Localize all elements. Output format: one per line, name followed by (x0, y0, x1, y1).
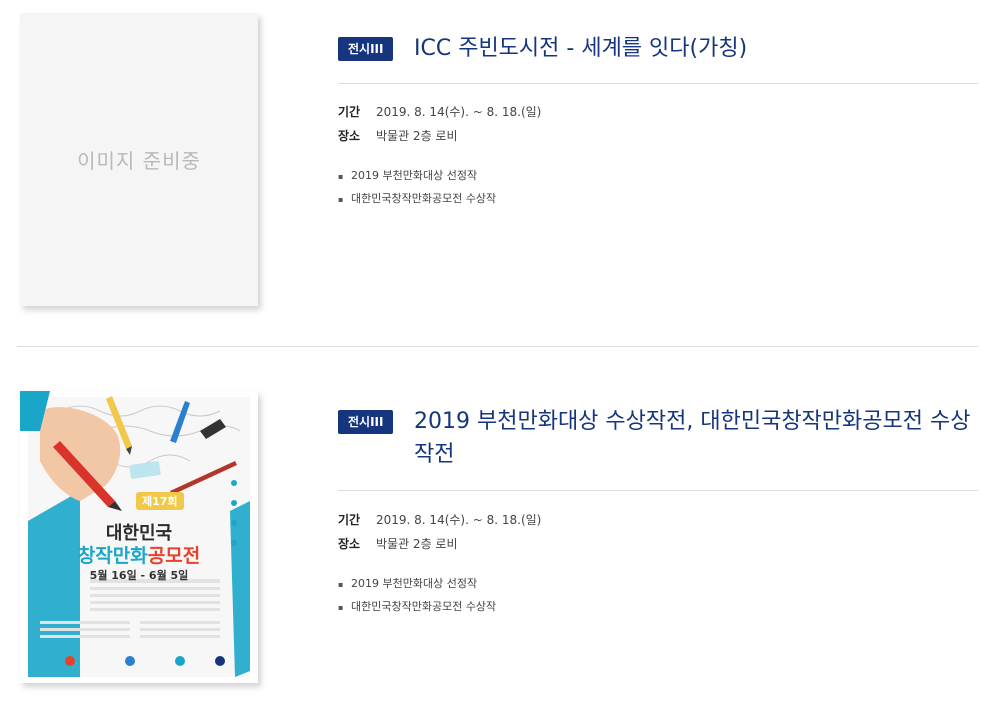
period-value: 2019. 8. 14(수). ~ 8. 18.(일) (376, 105, 542, 119)
image-placeholder-text: 이미지 준비중 (77, 149, 201, 173)
period-value: 2019. 8. 14(수). ~ 8. 18.(일) (376, 513, 542, 527)
list-item: 대한민국창작만화공모전 수상작 (338, 595, 496, 618)
place-value: 박물관 2층 로비 (376, 129, 458, 143)
divider (338, 83, 978, 84)
divider (338, 490, 978, 491)
exhibition-thumbnail[interactable]: 제17회 대한민국 창작만화공모전 5월 16일 - 6월 5일 (20, 391, 258, 683)
exhibition-item: 제17회 대한민국 창작만화공모전 5월 16일 - 6월 5일 전시III 2… (0, 346, 997, 703)
category-badge: 전시III (338, 37, 394, 61)
poster-image: 제17회 대한민국 창작만화공모전 5월 16일 - 6월 5일 (20, 391, 258, 683)
list-item: 2019 부천만화대상 선정작 (338, 572, 496, 595)
poster-title-line2: 창작만화공모전 (20, 541, 258, 568)
exhibition-info: 전시III ICC 주빈도시전 - 세계를 잇다(가칭) 기간 2019. 8. … (338, 36, 978, 205)
list-item: 대한민국창작만화공모전 수상작 (338, 187, 496, 210)
exhibition-info: 전시III 2019 부천만화대상 수상작전, 대한민국창작만화공모전 수상작전… (338, 409, 978, 613)
exhibition-meta: 기간 2019. 8. 14(수). ~ 8. 18.(일) 장소 박물관 2층 로… (338, 100, 541, 148)
exhibition-bullets: 2019 부천만화대상 선정작 대한민국창작만화공모전 수상작 (338, 572, 496, 618)
place-label: 장소 (338, 537, 361, 551)
exhibition-title-link[interactable]: 2019 부천만화대상 수상작전, 대한민국창작만화공모전 수상작전 (414, 405, 974, 471)
category-badge: 전시III (338, 410, 394, 434)
period-label: 기간 (338, 513, 361, 527)
place-value: 박물관 2층 로비 (376, 537, 458, 551)
exhibition-bullets: 2019 부천만화대상 선정작 대한민국창작만화공모전 수상작 (338, 164, 496, 210)
exhibition-meta: 기간 2019. 8. 14(수). ~ 8. 18.(일) 장소 박물관 2층 로… (338, 508, 541, 556)
poster-dates: 5월 16일 - 6월 5일 (89, 569, 189, 582)
exhibition-item: 이미지 준비중 전시III ICC 주빈도시전 - 세계를 잇다(가칭) 기간 2… (0, 0, 997, 330)
period-label: 기간 (338, 105, 361, 119)
list-item: 2019 부천만화대상 선정작 (338, 164, 496, 187)
exhibition-title-link[interactable]: ICC 주빈도시전 - 세계를 잇다(가칭) (414, 32, 974, 65)
poster-title-part-a: 창작만화 (77, 545, 148, 567)
poster-title-part-b: 공모전 (147, 545, 201, 567)
place-label: 장소 (338, 129, 361, 143)
exhibition-thumbnail[interactable]: 이미지 준비중 (20, 13, 258, 306)
poster-edition: 제17회 (136, 492, 184, 510)
